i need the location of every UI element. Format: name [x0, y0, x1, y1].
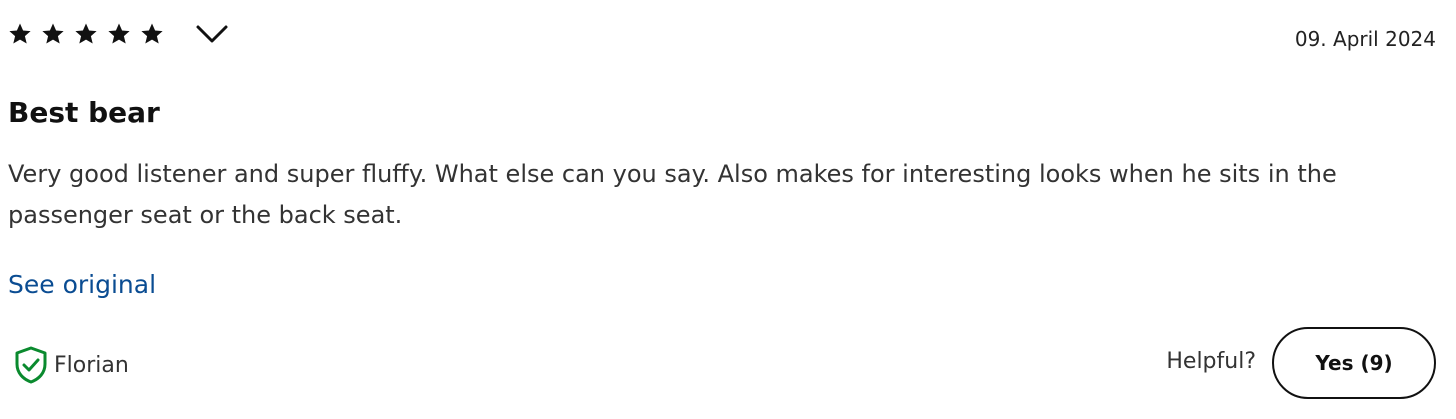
star-icon: [140, 22, 164, 46]
review-title: Best bear: [8, 96, 160, 129]
star-icon: [41, 22, 65, 46]
star-icon: [107, 22, 131, 46]
star-icon: [74, 22, 98, 46]
star-icon: [8, 22, 32, 46]
review-card: 09. April 2024 Best bear Very good liste…: [0, 0, 1456, 419]
see-original-link[interactable]: See original: [8, 270, 156, 299]
verified-shield-icon: [14, 346, 48, 384]
review-author: Florian: [14, 346, 129, 384]
review-body: Very good listener and super fluffy. Wha…: [8, 160, 1337, 229]
chevron-down-icon[interactable]: [195, 22, 229, 46]
review-date: 09. April 2024: [1294, 27, 1436, 51]
review-header: [8, 22, 229, 46]
author-name: Florian: [54, 352, 129, 378]
star-rating: [8, 22, 173, 46]
helpful-yes-button[interactable]: Yes (9): [1272, 327, 1436, 399]
helpful-label: Helpful?: [1166, 349, 1256, 374]
